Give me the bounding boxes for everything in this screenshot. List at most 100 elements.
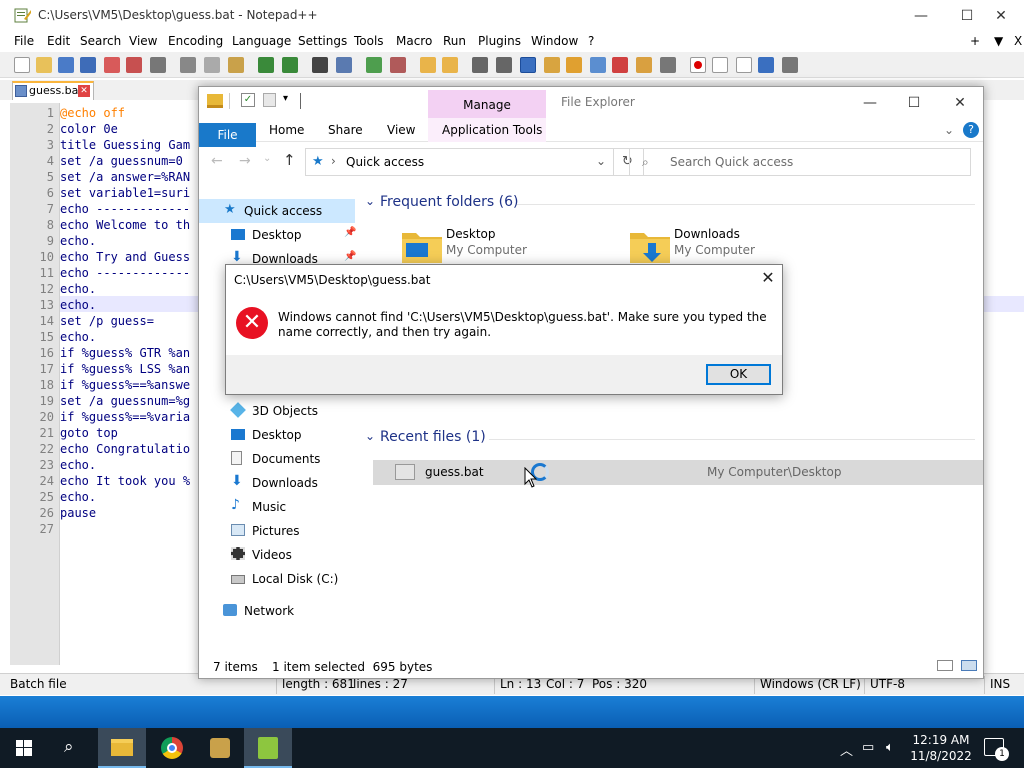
- play-macro-icon[interactable]: [736, 57, 752, 73]
- code-line[interactable]: echo.: [60, 489, 96, 505]
- nav-downloads[interactable]: ⬇ Downloads: [199, 471, 355, 495]
- code-line[interactable]: echo.: [60, 233, 96, 249]
- address-dropdown-icon[interactable]: ⌄: [596, 154, 606, 168]
- code-line[interactable]: set /a answer=%RAN: [60, 169, 190, 185]
- code-line[interactable]: pause: [60, 505, 96, 521]
- record-macro-icon[interactable]: [690, 57, 706, 73]
- menu-help[interactable]: ?: [588, 34, 594, 48]
- collapse-frequent-icon[interactable]: ⌄: [365, 194, 375, 208]
- code-line[interactable]: echo It took you %: [60, 473, 190, 489]
- nav-desktop-pinned[interactable]: Desktop 📌: [199, 223, 356, 247]
- code-line[interactable]: if %guess% LSS %an: [60, 361, 190, 377]
- back-icon[interactable]: ←: [211, 153, 223, 169]
- code-line[interactable]: set /a guessnum=%g: [60, 393, 190, 409]
- code-line[interactable]: echo -------------: [60, 265, 190, 281]
- menu-language[interactable]: Language: [232, 34, 291, 48]
- code-line[interactable]: goto top: [60, 425, 118, 441]
- frequent-folders-header[interactable]: Frequent folders (6): [380, 194, 519, 210]
- tab-application-tools[interactable]: Application Tools: [442, 123, 542, 137]
- explorer-maximize-icon[interactable]: ☐: [891, 87, 937, 118]
- code-line[interactable]: echo Congratulatio: [60, 441, 190, 457]
- nav-network[interactable]: Network: [199, 599, 355, 623]
- tab-view[interactable]: View: [387, 123, 415, 137]
- pin-icon[interactable]: 📌: [344, 227, 356, 238]
- menu-tools[interactable]: Tools: [354, 34, 384, 48]
- frequent-desktop-name[interactable]: Desktop: [446, 227, 496, 241]
- undo-icon[interactable]: [258, 57, 274, 73]
- taskbar-notepad-plus[interactable]: [244, 728, 292, 768]
- volume-icon[interactable]: 🔈︎: [886, 740, 894, 755]
- menu-file[interactable]: File: [14, 34, 34, 48]
- network-tray-icon[interactable]: ▭: [862, 740, 874, 755]
- tab-home[interactable]: Home: [269, 123, 304, 137]
- sync-vertical-icon[interactable]: [420, 57, 436, 73]
- show-hidden-icons[interactable]: ︿: [840, 740, 853, 759]
- code-line[interactable]: if %guess%==%varia: [60, 409, 190, 425]
- save-all-icon[interactable]: [80, 57, 96, 73]
- code-line[interactable]: color 0e: [60, 121, 118, 137]
- explorer-close-icon[interactable]: ✕: [937, 87, 983, 118]
- start-button[interactable]: [0, 728, 48, 768]
- pin-icon[interactable]: 📌: [344, 251, 356, 262]
- nav-quick-access[interactable]: ★ Quick access: [199, 199, 355, 223]
- properties-icon[interactable]: ✓: [241, 93, 255, 107]
- recent-file-row[interactable]: guess.bat My Computer\Desktop: [373, 460, 983, 485]
- code-line[interactable]: set variable1=suri: [60, 185, 190, 201]
- code-line[interactable]: echo.: [60, 281, 96, 297]
- nav-desktop[interactable]: Desktop: [199, 423, 355, 447]
- expand-ribbon-icon[interactable]: ⌄: [944, 123, 954, 137]
- tab-close-icon[interactable]: ✕: [78, 85, 90, 97]
- stop-macro-icon[interactable]: [712, 57, 728, 73]
- redo-icon[interactable]: [282, 57, 298, 73]
- close-file-icon[interactable]: [104, 57, 120, 73]
- recent-files-header[interactable]: Recent files (1): [380, 429, 486, 445]
- details-view-icon[interactable]: [937, 660, 953, 671]
- help-icon[interactable]: ?: [963, 122, 979, 138]
- tab-file[interactable]: File: [199, 123, 256, 147]
- search-taskbar-button[interactable]: ⌕: [48, 728, 96, 768]
- code-line[interactable]: @echo off: [60, 105, 125, 121]
- new-file-icon[interactable]: [14, 57, 30, 73]
- nav-pictures[interactable]: Pictures: [199, 519, 355, 543]
- cut-icon[interactable]: [180, 57, 196, 73]
- code-line[interactable]: if %guess% GTR %an: [60, 345, 190, 361]
- taskbar-lock-app[interactable]: [196, 728, 244, 768]
- menu-close-doc[interactable]: X: [1014, 34, 1022, 48]
- indent-guide-icon[interactable]: [520, 57, 536, 73]
- function-list-icon[interactable]: [612, 57, 628, 73]
- forward-icon[interactable]: →: [239, 153, 251, 169]
- recent-locations-icon[interactable]: ⌄: [263, 153, 271, 164]
- code-line[interactable]: echo -------------: [60, 201, 190, 217]
- code-line[interactable]: echo.: [60, 457, 96, 473]
- clock[interactable]: 12:19 AM 11/8/2022: [906, 732, 976, 764]
- menu-macro[interactable]: Macro: [396, 34, 432, 48]
- explorer-minimize-icon[interactable]: —: [847, 87, 893, 118]
- menu-window[interactable]: Window: [531, 34, 578, 48]
- frequent-downloads-name[interactable]: Downloads: [674, 227, 740, 241]
- sync-horizontal-icon[interactable]: [442, 57, 458, 73]
- code-line[interactable]: echo Welcome to th: [60, 217, 190, 233]
- taskbar-chrome[interactable]: [148, 728, 196, 768]
- minimize-icon[interactable]: —: [898, 0, 944, 32]
- folder-workspace-icon[interactable]: [636, 57, 652, 73]
- show-all-chars-icon[interactable]: [496, 57, 512, 73]
- menu-edit[interactable]: Edit: [47, 34, 70, 48]
- paste-icon[interactable]: [228, 57, 244, 73]
- nav-videos[interactable]: Videos: [199, 543, 355, 567]
- nav-3d-objects[interactable]: 3D Objects: [199, 399, 355, 423]
- save-macro-icon[interactable]: [782, 57, 798, 73]
- tab-guess-bat[interactable]: guess.bat ✕: [12, 81, 94, 100]
- address-bar[interactable]: ★ › Quick access ⌄: [305, 148, 614, 176]
- open-file-icon[interactable]: [36, 57, 52, 73]
- menu-plugins[interactable]: Plugins: [478, 34, 521, 48]
- menu-run[interactable]: Run: [443, 34, 466, 48]
- collapse-recent-icon[interactable]: ⌄: [365, 429, 375, 443]
- code-line[interactable]: if %guess%==%answe: [60, 377, 190, 393]
- dialog-close-icon[interactable]: ✕: [756, 268, 780, 290]
- udl-icon[interactable]: [544, 57, 560, 73]
- taskbar-file-explorer[interactable]: [98, 728, 146, 768]
- code-line[interactable]: set /p guess=: [60, 313, 154, 329]
- code-line[interactable]: echo Try and Guess: [60, 249, 190, 265]
- menu-new-tab[interactable]: +: [970, 34, 980, 48]
- quick-access-toolbar-dropdown-icon[interactable]: ▾: [283, 93, 288, 104]
